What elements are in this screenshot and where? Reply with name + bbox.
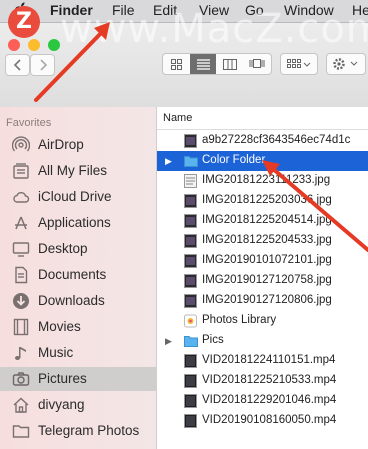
annotation-arrow-folder [270,166,368,252]
annotation-arrows [34,22,368,252]
annotation-arrow-menu [34,28,106,102]
